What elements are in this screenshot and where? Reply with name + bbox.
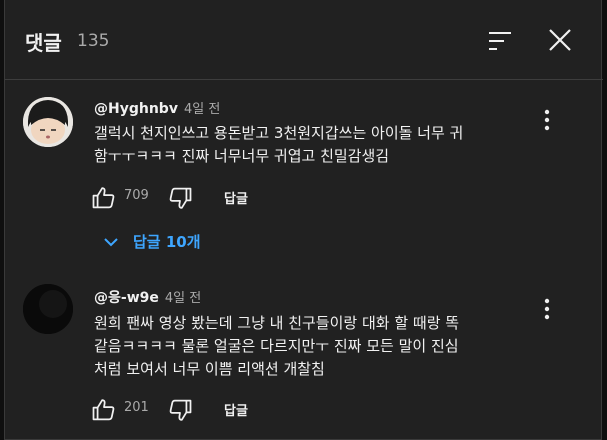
avatar[interactable] <box>23 97 73 147</box>
like-count: 709 <box>124 188 149 203</box>
like-button[interactable] <box>90 184 118 212</box>
comments-count: 135 <box>77 31 110 51</box>
reply-button[interactable]: 답글 <box>224 400 248 419</box>
dislike-button[interactable] <box>166 184 194 212</box>
avatar-image <box>23 97 73 147</box>
comment-text: 갤럭시 천지인쓰고 용돈받고 3천원지갑쓰는 아이돌 너무 귀 함ㅜㅜㅋㅋㅋ 진… <box>94 122 514 168</box>
comments-title: 댓글 <box>25 31 62 55</box>
view-replies-label: 답글 10개 <box>133 233 201 251</box>
close-button[interactable] <box>544 24 576 56</box>
comment-author[interactable]: @응-w9e <box>94 290 159 306</box>
dislike-button[interactable] <box>166 396 194 424</box>
more-vert-icon <box>544 298 550 320</box>
avatar[interactable] <box>23 284 73 334</box>
comment-meta: @응-w9e 4일 전 <box>94 287 201 307</box>
comment-text-line: 원희 팬싸 영상 봤는데 그냥 내 친구들이랑 대화 할 때랑 똑 <box>94 314 460 332</box>
comment-action-menu-button[interactable] <box>535 295 559 323</box>
sort-icon <box>489 32 511 50</box>
thumb-down-icon <box>169 187 192 209</box>
close-icon <box>549 29 571 51</box>
comments-panel: 댓글 135 @Hyghnbv 4일 전 갤럭시 천지인쓰고 용돈받고 3천원지… <box>4 0 603 440</box>
comment-action-menu-button[interactable] <box>535 106 559 134</box>
sort-button[interactable] <box>484 26 516 56</box>
comment-text: 원희 팬싸 영상 봤는데 그냥 내 친구들이랑 대화 할 때랑 똑 같음ㅋㅋㅋㅋ… <box>94 312 514 381</box>
comments-header: 댓글 135 <box>5 0 603 80</box>
comment-author[interactable]: @Hyghnbv <box>94 101 178 117</box>
comment-actions: 709 답글 <box>90 182 390 214</box>
like-count: 201 <box>124 400 149 415</box>
view-replies-button[interactable]: 답글 10개 <box>99 228 229 256</box>
avatar-image <box>23 284 73 334</box>
thumb-up-icon <box>92 187 115 209</box>
comment-time[interactable]: 4일 전 <box>165 291 201 306</box>
more-vert-icon <box>544 109 550 131</box>
reply-button[interactable]: 답글 <box>224 188 248 207</box>
like-button[interactable] <box>90 396 118 424</box>
comment-meta: @Hyghnbv 4일 전 <box>94 98 220 117</box>
comment-time[interactable]: 4일 전 <box>184 102 220 117</box>
comment-actions: 201 답글 <box>90 394 390 426</box>
comment-text-line: 갤럭시 천지인쓰고 용돈받고 3천원지갑쓰는 아이돌 너무 귀 <box>94 124 464 142</box>
comment-text-line: 처럼 보여서 너무 이쁨 리액션 개찰침 <box>94 360 325 378</box>
chevron-down-icon <box>104 238 118 247</box>
comment-text-line: 함ㅜㅜㅋㅋㅋ 진짜 너무너무 귀엽고 친밀감생김 <box>94 147 390 165</box>
thumb-down-icon <box>169 399 192 421</box>
thumb-up-icon <box>92 399 115 421</box>
comment-text-line: 같음ㅋㅋㅋㅋ 물론 얼굴은 다르지만ㅜ 진짜 모든 말이 진심 <box>94 337 459 355</box>
